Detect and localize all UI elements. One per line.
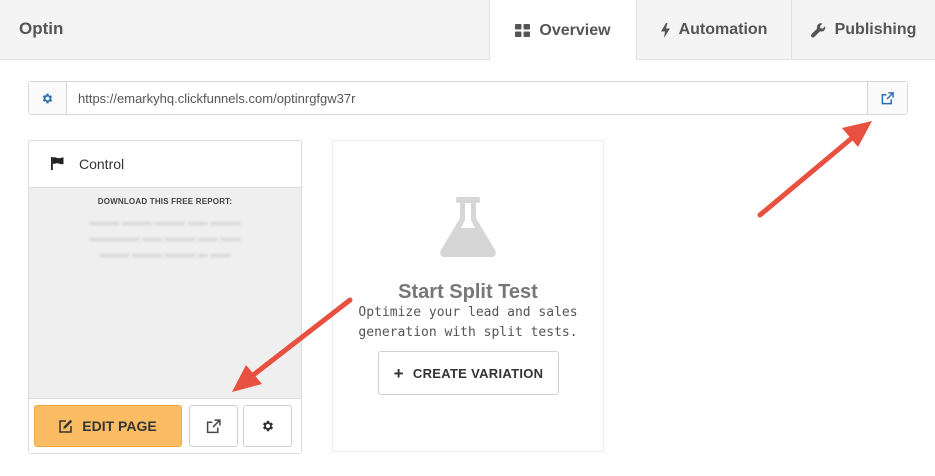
tab-publishing-label: Publishing (834, 21, 917, 38)
tab-automation[interactable]: Automation (636, 0, 791, 60)
edit-page-button[interactable]: EDIT PAGE (34, 405, 182, 447)
dashboard-icon (515, 24, 531, 37)
plus-icon: + (393, 363, 404, 383)
split-test-description: Optimize your lead and sales generation … (358, 305, 578, 340)
page-settings-button[interactable] (243, 405, 292, 447)
edit-page-label: EDIT PAGE (82, 418, 157, 434)
page-url[interactable]: https://emarkyhq.clickfunnels.com/optinr… (78, 91, 355, 106)
card-title: Control (79, 156, 125, 172)
annotation-arrow-url (757, 121, 872, 218)
tab-publishing[interactable]: Publishing (791, 0, 935, 60)
open-url-button[interactable] (867, 82, 907, 114)
preview-blurred-text: ▬▬▬ ▬▬▬ ▬▬▬ ▬▬ ▬▬▬ ▬▬▬▬▬ ▬▬ ▬▬▬ ▬▬ ▬▬ ▬▬▬ … (89, 217, 241, 260)
wrench-icon (810, 22, 825, 37)
split-test-title: Start Split Test (398, 281, 538, 303)
gear-icon (262, 420, 273, 432)
create-variation-label: CREATE VARIATION (412, 365, 544, 381)
card-header: Control (29, 141, 301, 188)
bolt-icon (660, 22, 670, 38)
create-variation-button[interactable]: + CREATE VARIATION (378, 351, 559, 395)
card-actions: EDIT PAGE (29, 398, 301, 453)
top-bar: Optin Overview Automation Publishing (0, 0, 935, 61)
external-link-icon (206, 418, 221, 433)
page-title: Optin (19, 19, 64, 38)
control-variation-card: Control DOWNLOAD THIS FREE REPORT: ▬▬▬ ▬… (28, 140, 302, 454)
tab-overview-label: Overview (539, 21, 611, 39)
preview-heading: DOWNLOAD THIS FREE REPORT: (97, 197, 233, 206)
open-page-button[interactable] (189, 405, 238, 447)
tab-automation-label: Automation (678, 21, 768, 38)
edit-icon (59, 419, 73, 433)
tab-overview[interactable]: Overview (489, 0, 636, 61)
external-link-icon (881, 91, 894, 104)
page-url-bar: https://emarkyhq.clickfunnels.com/optinr… (28, 81, 908, 115)
gear-icon (42, 93, 53, 103)
flag-icon (51, 157, 64, 170)
url-settings-button[interactable] (29, 82, 67, 114)
split-test-card: Start Split Test Optimize your lead and … (332, 140, 604, 452)
flask-icon (440, 197, 496, 257)
